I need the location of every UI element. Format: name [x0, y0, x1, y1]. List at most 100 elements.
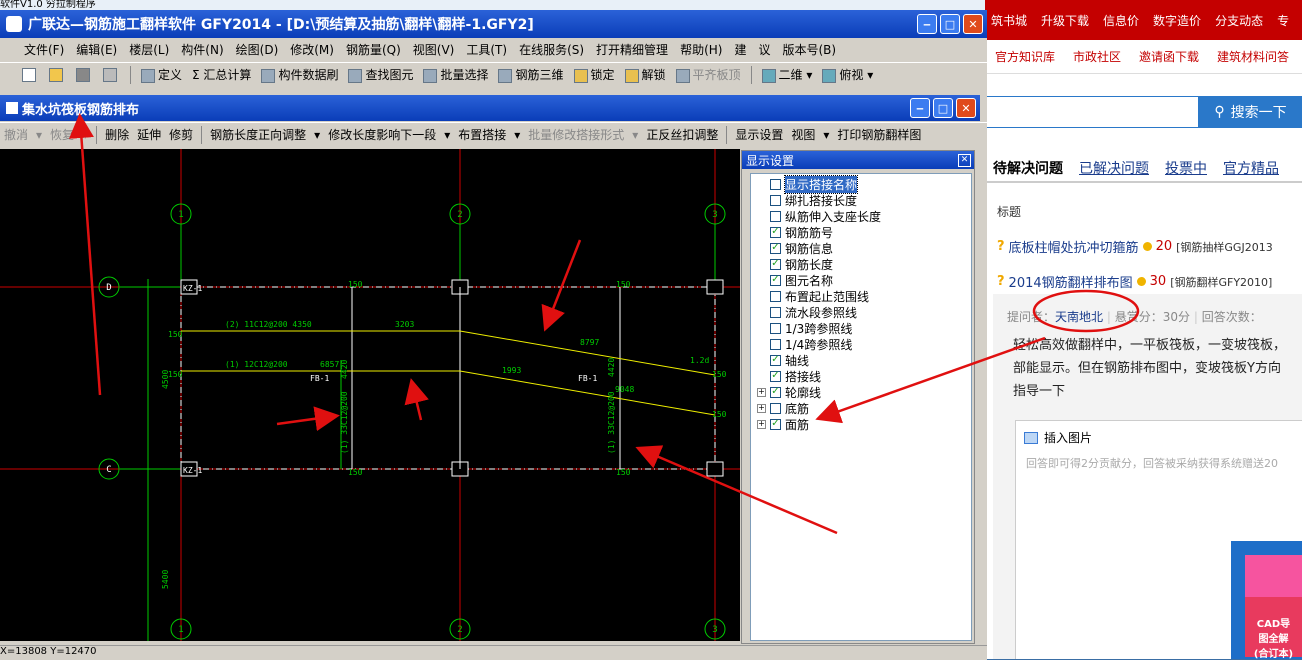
place-lap-dropdown[interactable]: 布置搭接 — [458, 126, 506, 143]
checkbox[interactable] — [770, 402, 781, 414]
checkbox[interactable]: ✓ — [770, 258, 781, 270]
search-input[interactable] — [985, 96, 1199, 128]
checkbox[interactable]: ✓ — [770, 274, 781, 286]
toolbar-3d[interactable]: 钢筋三维 — [498, 66, 564, 83]
menu-item[interactable]: 文件(F) — [24, 41, 64, 58]
close-button[interactable]: ✕ — [963, 14, 983, 34]
menu-item[interactable]: 建 — [734, 41, 746, 58]
setting-item[interactable]: ✓ 钢筋筋号 — [757, 224, 833, 240]
setting-item[interactable]: 纵筋伸入支座长度 — [757, 208, 881, 224]
undo-button[interactable]: 撤消 — [4, 126, 28, 143]
extend-button[interactable]: 延伸 — [137, 126, 161, 143]
delete-button[interactable]: 删除 — [105, 126, 129, 143]
drawing-canvas[interactable]: 1 2 3 1 2 3 D C (2) 11C12@200 4350 3203 … — [0, 149, 740, 641]
checkbox[interactable] — [770, 306, 781, 318]
expand-icon[interactable]: + — [757, 387, 766, 397]
checkbox[interactable] — [770, 322, 781, 334]
expand-icon[interactable]: + — [757, 403, 766, 413]
menu-item[interactable]: 绘图(D) — [236, 41, 279, 58]
panel-close-icon[interactable]: ✕ — [958, 153, 971, 167]
web-subnav-item[interactable]: 官方知识库 — [995, 48, 1055, 65]
menu-item[interactable]: 编辑(E) — [76, 41, 117, 58]
question-item[interactable]: ? 2014钢筋翻样排布图 30 [钢筋翻样GFY2010] — [997, 272, 1272, 291]
menu-item[interactable]: 在线服务(S) — [519, 41, 584, 58]
setting-item[interactable]: 显示搭接名称 — [757, 174, 859, 194]
question-item[interactable]: ? 底板柱帽处抗冲切箍筋 20 [钢筋抽样GGJ2013 — [997, 237, 1273, 256]
ad-banner[interactable]: CAD导 图全解 (合订本) — [1231, 541, 1302, 659]
checkbox[interactable] — [770, 210, 781, 222]
toolbar-batch-select[interactable]: 批量选择 — [423, 66, 488, 83]
minimize-button[interactable]: ‒ — [910, 98, 930, 118]
setting-item[interactable]: 1/3跨参照线 — [757, 320, 852, 336]
print-rebar-button[interactable]: 打印钢筋翻样图 — [837, 126, 921, 143]
checkbox[interactable]: ✓ — [770, 418, 781, 430]
view-dropdown[interactable]: 视图 — [791, 126, 815, 143]
length-next-segment-dropdown[interactable]: 修改长度影响下一段 — [328, 126, 436, 143]
maximize-button[interactable]: □ — [933, 98, 953, 118]
toolbar-define[interactable]: 定义 — [141, 66, 182, 83]
menu-item[interactable]: 议 — [758, 41, 770, 58]
checkbox[interactable]: ✓ — [770, 354, 781, 366]
maximize-button[interactable]: □ — [940, 14, 960, 34]
toolbar-summary[interactable]: Σ 汇总计算 — [192, 66, 251, 83]
web-subnav-item[interactable]: 市政社区 — [1073, 48, 1121, 65]
search-button[interactable]: ⚲ 搜索一下 — [1199, 96, 1302, 128]
toolbar-lock[interactable]: 锁定 — [573, 66, 615, 83]
insert-image-button[interactable]: 插入图片 — [1024, 429, 1092, 446]
thread-adjust-button[interactable]: 正反丝扣调整 — [646, 126, 718, 143]
checkbox[interactable] — [770, 194, 781, 206]
checkbox[interactable]: ✓ — [770, 226, 781, 238]
web-nav-item[interactable]: 筑书城 — [991, 12, 1027, 29]
setting-item[interactable]: 布置起止范围线 — [757, 288, 869, 304]
checkbox[interactable] — [770, 338, 781, 350]
tab-pending[interactable]: 待解决问题 — [993, 158, 1063, 178]
batch-lap-dropdown[interactable]: 批量修改搭接形式 — [528, 126, 624, 143]
menu-item[interactable]: 视图(V) — [413, 41, 455, 58]
drawing-svg[interactable]: 1 2 3 1 2 3 D C (2) 11C12@200 4350 3203 … — [0, 149, 740, 641]
undo-icon[interactable] — [103, 67, 117, 82]
save-icon[interactable] — [76, 67, 90, 82]
setting-item[interactable]: 流水段参照线 — [757, 304, 857, 320]
display-settings-button[interactable]: 显示设置 — [735, 126, 783, 143]
setting-item[interactable]: ✓ 钢筋信息 — [757, 240, 833, 256]
checkbox[interactable]: ✓ — [770, 370, 781, 382]
toolbar-brush[interactable]: 构件数据刷 — [261, 66, 338, 83]
trim-button[interactable]: 修剪 — [169, 126, 193, 143]
view-2d-dropdown[interactable]: 二维 ▾ — [761, 66, 812, 83]
menu-item[interactable]: 钢筋量(Q) — [346, 41, 401, 58]
new-file-icon[interactable] — [22, 67, 36, 82]
setting-item[interactable]: ✓ 钢筋长度 — [757, 256, 833, 272]
tab-voting[interactable]: 投票中 — [1165, 158, 1207, 178]
menu-item[interactable]: 帮助(H) — [680, 41, 722, 58]
setting-item[interactable]: + ✓ 轮廓线 — [757, 384, 821, 400]
menu-item[interactable]: 版本号(B) — [782, 41, 836, 58]
setting-item[interactable]: + 底筋 — [757, 400, 809, 416]
web-subnav-item[interactable]: 邀请函下载 — [1139, 48, 1199, 65]
setting-item[interactable]: + ✓ 面筋 — [757, 416, 809, 432]
menu-item[interactable]: 修改(M) — [290, 41, 334, 58]
setting-item[interactable]: ✓ 轴线 — [757, 352, 809, 368]
view-top-dropdown[interactable]: 俯视 ▾ — [822, 66, 873, 83]
setting-item[interactable]: 绑扎搭接长度 — [757, 192, 857, 208]
minimize-button[interactable]: ‒ — [917, 14, 937, 34]
checkbox[interactable] — [770, 178, 781, 190]
setting-item[interactable]: ✓ 图元名称 — [757, 272, 833, 288]
web-subnav-item[interactable]: 建筑材料问答 — [1217, 48, 1289, 65]
close-button[interactable]: ✕ — [956, 98, 976, 118]
web-nav-item[interactable]: 专 — [1277, 12, 1289, 29]
asker-link[interactable]: 天南地北 — [1055, 310, 1103, 324]
menu-item[interactable]: 打开精细管理 — [596, 41, 668, 58]
length-adjust-dropdown[interactable]: 钢筋长度正向调整 — [210, 126, 306, 143]
question-title[interactable]: 底板柱帽处抗冲切箍筋 — [1009, 237, 1139, 256]
tab-solved[interactable]: 已解决问题 — [1079, 158, 1149, 178]
web-nav-item[interactable]: 信息价 — [1103, 12, 1139, 29]
menu-item[interactable]: 构件(N) — [181, 41, 223, 58]
setting-item[interactable]: 1/4跨参照线 — [757, 336, 852, 352]
checkbox[interactable] — [770, 290, 781, 302]
tab-featured[interactable]: 官方精品 — [1223, 158, 1279, 178]
expand-icon[interactable]: + — [757, 419, 766, 429]
column-kz1[interactable] — [706, 279, 724, 295]
redo-button[interactable]: 恢复 — [50, 126, 74, 143]
column-kz1[interactable] — [706, 461, 724, 477]
open-folder-icon[interactable] — [49, 67, 63, 82]
